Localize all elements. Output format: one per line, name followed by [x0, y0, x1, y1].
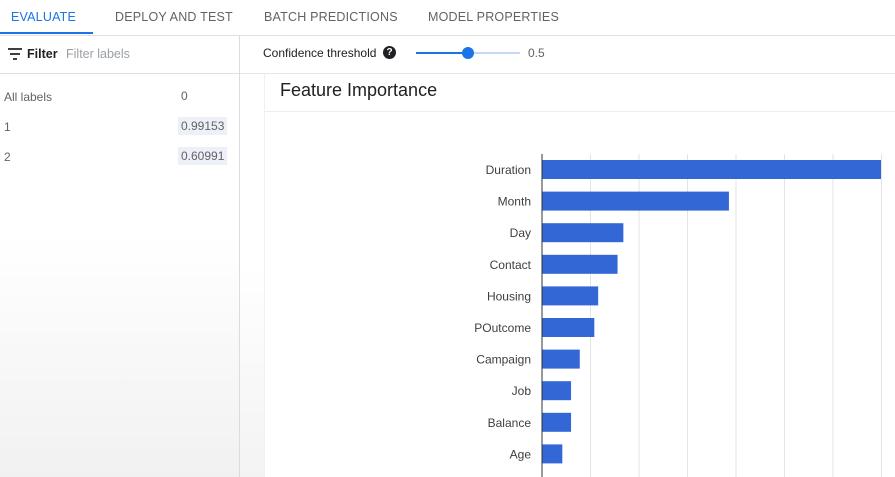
tab-model-properties[interactable]: MODEL PROPERTIES: [428, 0, 559, 33]
bar-poutcome[interactable]: [542, 318, 595, 337]
bar-housing[interactable]: [542, 286, 599, 306]
slider-fill: [416, 52, 468, 54]
tab-batch-predictions[interactable]: BATCH PREDICTIONS: [264, 0, 398, 33]
bar-day[interactable]: [542, 223, 624, 243]
bar-contact[interactable]: [542, 254, 618, 274]
label-row-2[interactable]: 2 0.60991: [0, 147, 239, 180]
label-value: 0: [181, 89, 188, 103]
feature-importance-chart: Duration Month Day Contact Housing POutcome Ca…: [474, 154, 882, 477]
category-label: Job: [512, 384, 532, 398]
filter-bar: Filter: [0, 36, 239, 74]
label-name: All labels: [4, 90, 53, 104]
category-label: Month: [498, 195, 531, 209]
bar-job[interactable]: [542, 381, 572, 401]
confidence-value: 0.5: [528, 46, 545, 60]
bar-month[interactable]: [542, 191, 729, 211]
category-label: Contact: [490, 258, 532, 272]
tab-bar: EVALUATE DEPLOY AND TEST BATCH PREDICTIO…: [0, 0, 895, 36]
tab-evaluate[interactable]: EVALUATE: [11, 0, 76, 33]
label-row-1[interactable]: 1 0.99153: [0, 117, 239, 150]
slider-thumb[interactable]: [462, 47, 474, 59]
label-row-all[interactable]: All labels 0: [0, 89, 239, 120]
active-tab-indicator: [0, 32, 93, 34]
label-value: 0.99153: [178, 117, 228, 135]
filter-list-icon[interactable]: [8, 48, 22, 60]
confidence-bar: Confidence threshold ? 0.5: [240, 36, 895, 74]
label-value: 0.60991: [178, 147, 228, 165]
category-label: Duration: [486, 163, 531, 177]
tab-deploy-and-test[interactable]: DEPLOY AND TEST: [115, 0, 233, 33]
feature-importance-card: Feature Importance Duration Month Day Conta…: [264, 74, 895, 477]
category-label: Housing: [487, 289, 531, 303]
filter-label[interactable]: Filter: [27, 47, 58, 61]
filter-labels-input[interactable]: [66, 45, 226, 63]
category-label: Campaign: [476, 353, 531, 367]
main-content: Feature Importance Duration Month Day Conta…: [240, 74, 895, 477]
category-label: Day: [510, 226, 531, 240]
bar-campaign[interactable]: [542, 349, 580, 369]
label-name: 1: [4, 120, 11, 134]
help-icon[interactable]: ?: [383, 46, 396, 59]
category-label: Balance: [488, 416, 532, 430]
category-label: POutcome: [474, 321, 531, 335]
bar-age[interactable]: [542, 444, 563, 464]
category-label: Age: [510, 447, 532, 461]
confidence-slider[interactable]: [416, 47, 520, 59]
bar-balance[interactable]: [542, 412, 572, 432]
label-name: 2: [4, 150, 11, 164]
bar-duration[interactable]: [542, 160, 881, 179]
labels-panel: Filter All labels 0 1 0.99153 2 0.60991: [0, 36, 240, 477]
confidence-threshold-label: Confidence threshold: [263, 46, 377, 60]
